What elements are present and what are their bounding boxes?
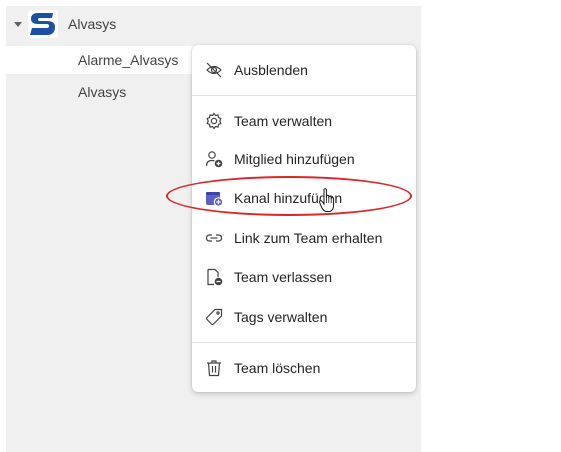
menu-item-tags-verwalten[interactable]: Tags verwalten: [192, 300, 416, 334]
menu-item-team-loeschen[interactable]: Team löschen: [192, 351, 416, 385]
menu-item-label: Mitglied hinzufügen: [234, 151, 355, 167]
caret-down-icon[interactable]: [14, 21, 22, 27]
team-row-alvasys[interactable]: Alvasys: [6, 10, 206, 38]
hide-eye-icon: [204, 60, 224, 80]
trash-icon: [204, 358, 224, 378]
channel-label: Alarme_Alvasys: [78, 52, 179, 68]
menu-item-ausblenden[interactable]: Ausblenden: [192, 53, 416, 87]
channel-label: Alvasys: [78, 84, 127, 100]
link-icon: [204, 228, 224, 248]
menu-item-team-verlassen[interactable]: Team verlassen: [192, 260, 416, 294]
content-pane: [421, 0, 561, 452]
leave-team-icon: [204, 267, 224, 287]
menu-item-label: Ausblenden: [234, 62, 308, 78]
menu-item-link-zum-team[interactable]: Link zum Team erhalten: [192, 221, 416, 255]
tag-icon: [204, 307, 224, 327]
menu-separator: [192, 342, 416, 343]
menu-item-label: Tags verwalten: [234, 309, 328, 325]
menu-item-mitglied-hinzufuegen[interactable]: Mitglied hinzufügen: [192, 142, 416, 176]
menu-item-label: Link zum Team erhalten: [234, 230, 383, 246]
menu-item-label: Team verwalten: [234, 113, 333, 129]
menu-separator: [192, 95, 416, 96]
channel-item-alvasys[interactable]: Alvasys: [6, 78, 196, 106]
hand-cursor-icon: [318, 188, 338, 214]
menu-item-label: Team verlassen: [234, 269, 333, 285]
add-channel-icon: [204, 188, 224, 208]
team-context-menu: Ausblenden Team verwalten Mitglied hinzu…: [192, 45, 416, 392]
menu-item-kanal-hinzufuegen[interactable]: Kanal hinzufügen: [192, 181, 416, 215]
team-name: Alvasys: [68, 16, 117, 32]
channel-item-alarme-alvasys[interactable]: Alarme_Alvasys: [6, 46, 196, 74]
alvasys-logo: [28, 10, 58, 38]
add-person-icon: [204, 149, 224, 169]
menu-item-label: Team löschen: [234, 360, 321, 376]
gear-icon: [204, 111, 224, 131]
menu-item-team-verwalten[interactable]: Team verwalten: [192, 104, 416, 138]
